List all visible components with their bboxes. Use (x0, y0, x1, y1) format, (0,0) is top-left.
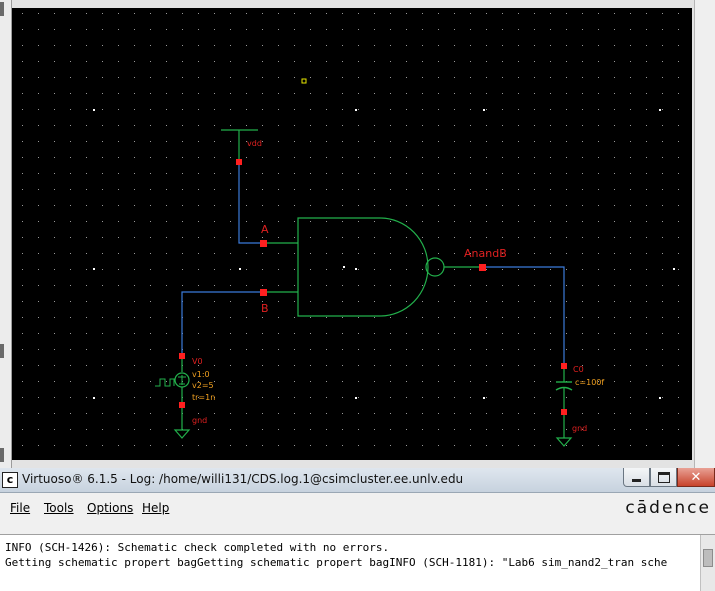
cap-value-label: c=100f (575, 378, 604, 387)
log-line: INFO (SCH-1426): Schematic check complet… (5, 541, 390, 554)
log-scrollbar[interactable] (700, 535, 715, 591)
menu-options-label: Options (87, 501, 134, 515)
maximize-icon (657, 471, 670, 483)
menu-tools-label: Tools (44, 501, 74, 515)
source-tr-label: tr=1n (192, 393, 215, 402)
toolbar-handle-icon[interactable] (0, 2, 4, 16)
menu-help[interactable]: Help (142, 501, 169, 515)
log-output[interactable]: INFO (SCH-1426): Schematic check complet… (0, 534, 715, 591)
schematic-editor: vdd A B AnandB V0 v1:0 v2=5 tr=1n gnd C0… (0, 0, 715, 468)
scrollbar-thumb[interactable] (703, 549, 713, 567)
minimize-button[interactable] (623, 468, 650, 487)
pin-output[interactable] (479, 264, 486, 271)
minimize-icon (632, 478, 641, 482)
pin-a[interactable] (260, 240, 267, 247)
source-gnd-label: gnd (192, 416, 207, 425)
source-name-label: V0 (192, 357, 203, 366)
source-v1-label: v1:0 (192, 370, 210, 379)
menu-options[interactable]: Options (87, 501, 133, 515)
source-v2-label: v2=5 (192, 381, 214, 390)
output-label: AnandB (464, 247, 507, 260)
grid-dots (12, 8, 692, 460)
menu-file[interactable]: File (10, 501, 30, 515)
cap-gnd-label: gnd (572, 424, 587, 433)
menu-help-label: Help (142, 501, 170, 515)
vdd-label: vdd (247, 139, 262, 148)
app-icon: c (2, 472, 18, 488)
cadence-logo: cādence (625, 498, 711, 518)
window-title: Virtuoso® 6.1.5 - Log: /home/willi131/CD… (22, 472, 464, 486)
log-window: c Virtuoso® 6.1.5 - Log: /home/willi131/… (0, 468, 715, 591)
right-toolbar (694, 0, 715, 468)
gate-center-dot (343, 266, 345, 268)
input-b-label: B (261, 302, 269, 315)
cap-name-label: C0 (573, 365, 584, 374)
menu-bar: File Tools Options Help cādence (0, 493, 715, 521)
left-toolbar-strip (0, 0, 12, 468)
close-icon: ✕ (690, 469, 702, 485)
menu-tools[interactable]: Tools (44, 501, 74, 515)
menu-file-label: File (10, 501, 31, 515)
toolbar-handle-icon[interactable] (0, 448, 4, 462)
schematic-canvas[interactable]: vdd A B AnandB V0 v1:0 v2=5 tr=1n gnd C0… (12, 8, 692, 460)
maximize-button[interactable] (650, 468, 677, 487)
log-line: Getting schematic propert bagGetting sch… (5, 556, 668, 569)
title-bar[interactable]: c Virtuoso® 6.1.5 - Log: /home/willi131/… (0, 468, 715, 493)
input-a-label: A (261, 223, 269, 236)
close-button[interactable]: ✕ (677, 468, 715, 487)
pin-b[interactable] (260, 289, 267, 296)
toolbar-handle-icon[interactable] (0, 344, 4, 358)
